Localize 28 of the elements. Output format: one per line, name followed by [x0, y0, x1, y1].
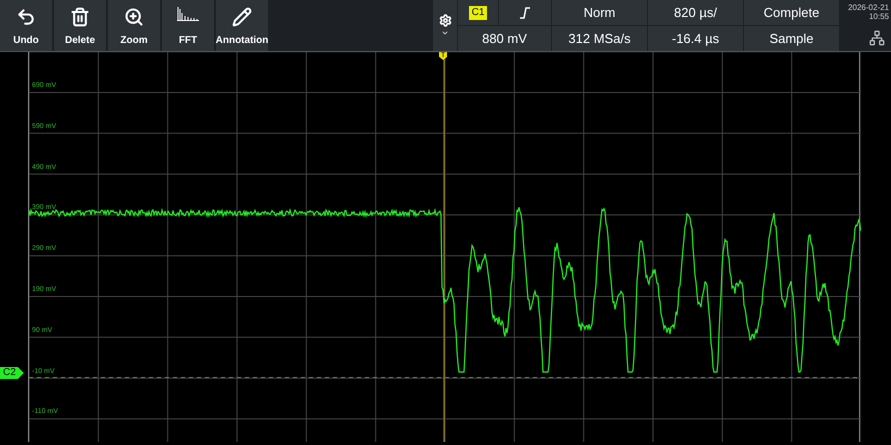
trigger-mode[interactable]: Norm [552, 0, 647, 25]
toolbar-button[interactable]: Undo [0, 0, 52, 51]
date: 2026-02-21 [848, 3, 889, 12]
network-icon [869, 30, 885, 46]
acquisition-status[interactable]: Complete [744, 0, 839, 25]
toolbar-button[interactable]: Annotation [216, 0, 268, 51]
acquire-mode[interactable]: Sample [744, 26, 839, 51]
settings-icon [438, 14, 452, 27]
timebase[interactable]: 820 µs/ [648, 0, 743, 25]
zoom-in-icon [124, 7, 144, 27]
time: 10:55 [868, 12, 889, 21]
pencil-icon [232, 7, 252, 27]
toolbar-button[interactable]: Zoom [108, 0, 160, 51]
caret-icon [441, 29, 449, 37]
undo-icon [16, 7, 36, 27]
time-offset[interactable]: -16.4 µs [648, 26, 743, 51]
channel-badge: C1 [468, 6, 488, 20]
toolbar-button[interactable]: FFT [162, 0, 214, 51]
spectrum-icon [177, 7, 199, 21]
sample-rate[interactable]: 312 MSa/s [552, 26, 647, 51]
toolbar-button[interactable]: Delete [54, 0, 106, 51]
rising-edge-icon [520, 6, 530, 18]
channel-cell[interactable]: C1 [458, 0, 498, 25]
trash-icon [70, 7, 90, 27]
settings-button[interactable] [433, 0, 457, 51]
trigger-edge-cell[interactable] [499, 0, 551, 25]
trigger-level[interactable]: 880 mV [458, 26, 551, 51]
channel-marker[interactable]: C2 [0, 367, 24, 379]
